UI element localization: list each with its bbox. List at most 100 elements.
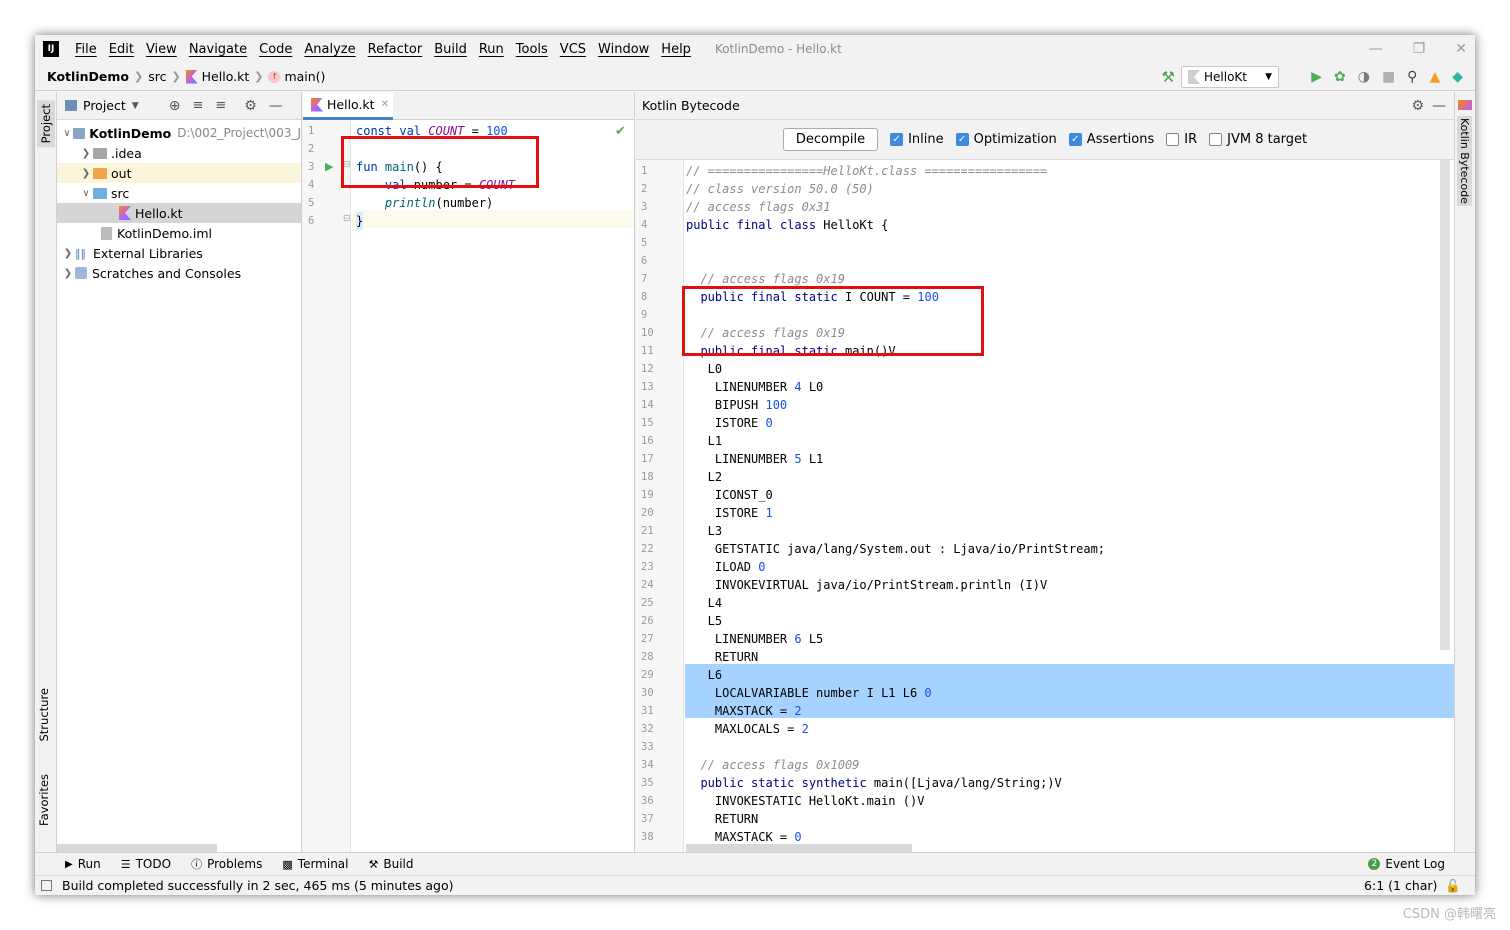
collapse-all-icon[interactable]: ≡ (215, 98, 226, 113)
bytecode-line[interactable]: // access flags 0x1009 (686, 756, 859, 774)
bytecode-line[interactable]: // access flags 0x31 (686, 198, 831, 216)
bytecode-line[interactable]: L1 (686, 432, 722, 450)
tool-windows-icon[interactable] (41, 880, 52, 891)
lock-icon[interactable]: 🔓 (1445, 878, 1461, 894)
bytecode-line[interactable]: ISTORE 0 (686, 414, 773, 432)
menu-window[interactable]: Window (592, 42, 655, 57)
close-icon[interactable]: ✕ (1455, 41, 1467, 57)
breadcrumb-function[interactable]: main() (284, 69, 325, 84)
tab-problems[interactable]: ⓘ Problems (191, 856, 262, 872)
gear-icon[interactable]: ⚙ (1411, 98, 1424, 114)
chevron-right-icon[interactable]: ❯ (79, 148, 93, 159)
bytecode-line[interactable]: public static synthetic main([Ljava/lang… (686, 774, 1061, 792)
tree-item-hello-kt[interactable]: Hello.kt (57, 203, 301, 223)
bytecode-line[interactable]: LINENUMBER 4 L0 (686, 378, 823, 396)
chevron-down-icon[interactable]: ∨ (61, 128, 73, 139)
menu-help[interactable]: Help (655, 42, 697, 57)
run-configuration-select[interactable]: HelloKt ▼ (1181, 66, 1279, 88)
bytecode-line[interactable]: LINENUMBER 5 L1 (686, 450, 823, 468)
menu-vcs[interactable]: VCS (554, 42, 592, 57)
bytecode-line[interactable]: L0 (686, 360, 722, 378)
tree-item-src[interactable]: ∨ src (57, 183, 301, 203)
tab-run[interactable]: ▶ Run (65, 857, 101, 871)
tree-item-external-libraries[interactable]: ❯ ‖‖ External Libraries (57, 243, 301, 263)
jetbrains-toolbox-icon[interactable]: ◆ (1452, 69, 1463, 85)
bytecode-line[interactable]: // class version 50.0 (50) (686, 180, 874, 198)
close-tab-icon[interactable]: ✕ (381, 99, 389, 110)
tree-item-idea[interactable]: ❯ .idea (57, 143, 301, 163)
fold-end-icon[interactable]: ⊟ (343, 214, 351, 224)
bytecode-line[interactable]: L4 (686, 594, 722, 612)
code-line-5[interactable]: println(number) (356, 194, 493, 212)
event-log-button[interactable]: 2 Event Log (1368, 857, 1445, 871)
project-view-select[interactable]: Project (83, 98, 126, 113)
bytecode-line[interactable]: LOCALVARIABLE number I L1 L6 0 (686, 684, 932, 702)
menu-refactor[interactable]: Refactor (362, 42, 429, 57)
structure-tool-tab[interactable]: Structure (37, 688, 51, 742)
locate-icon[interactable]: ⊕ (169, 98, 181, 114)
project-tool-tab[interactable]: Project (37, 100, 55, 148)
kotlin-bytecode-tool-tab[interactable]: Kotlin Bytecode (1457, 116, 1472, 206)
code-line-6[interactable]: } (356, 212, 364, 230)
bytecode-line[interactable]: BIPUSH 100 (686, 396, 787, 414)
bytecode-line[interactable]: public final class HelloKt { (686, 216, 888, 234)
horizontal-scrollbar[interactable] (686, 844, 912, 852)
breadcrumb-file[interactable]: Hello.kt (202, 69, 250, 84)
ir-checkbox[interactable]: IR (1166, 132, 1197, 147)
bytecode-line[interactable]: L3 (686, 522, 722, 540)
bytecode-line[interactable]: L6 (686, 666, 722, 684)
assertions-checkbox[interactable]: ✓ Assertions (1068, 132, 1154, 147)
optimization-checkbox[interactable]: ✓ Optimization (955, 132, 1057, 147)
chevron-right-icon[interactable]: ❯ (61, 248, 75, 259)
bytecode-line[interactable]: INVOKEVIRTUAL java/io/PrintStream.printl… (686, 576, 1047, 594)
tab-hello-kt[interactable]: Hello.kt ✕ (303, 92, 393, 120)
bytecode-line[interactable]: L2 (686, 468, 722, 486)
bytecode-line[interactable]: INVOKESTATIC HelloKt.main ()V (686, 792, 925, 810)
bytecode-line[interactable]: RETURN (686, 810, 758, 828)
build-hammer-icon[interactable]: ⚒ (1162, 68, 1175, 86)
tab-terminal[interactable]: ▩ Terminal (282, 857, 348, 871)
update-icon[interactable]: ▲ (1429, 69, 1440, 85)
coverage-icon[interactable]: ◑ (1358, 69, 1370, 85)
menu-analyze[interactable]: Analyze (298, 42, 361, 57)
jvm8-target-checkbox[interactable]: JVM 8 target (1209, 132, 1307, 147)
inline-checkbox[interactable]: ✓ Inline (890, 132, 944, 147)
bytecode-line[interactable]: ISTORE 1 (686, 504, 773, 522)
menu-tools[interactable]: Tools (510, 42, 554, 57)
menu-run[interactable]: Run (473, 42, 510, 57)
caret-position[interactable]: 6:1 (1 char) (1364, 878, 1437, 893)
chevron-right-icon[interactable]: ❯ (61, 268, 75, 279)
menu-build[interactable]: Build (428, 42, 473, 57)
inspection-ok-icon[interactable]: ✔ (615, 124, 626, 139)
breadcrumb-src[interactable]: src (148, 69, 166, 84)
gear-icon[interactable]: ⚙ (244, 98, 257, 114)
expand-all-icon[interactable]: ≡ (192, 98, 203, 113)
bytecode-line[interactable]: // ================HelloKt.class =======… (686, 162, 1047, 180)
chevron-right-icon[interactable]: ❯ (79, 168, 93, 179)
decompile-button[interactable]: Decompile (782, 128, 879, 151)
bytecode-line[interactable]: ICONST_0 (686, 486, 773, 504)
bytecode-line[interactable]: MAXLOCALS = 2 (686, 720, 809, 738)
tree-item-kotlindemo[interactable]: ∨ KotlinDemo D:\002_Project\003_J (57, 123, 301, 143)
menu-file[interactable]: File (69, 42, 103, 57)
restore-icon[interactable]: ❐ (1413, 41, 1426, 57)
tree-item-out[interactable]: ❯ out (57, 163, 301, 183)
chevron-down-icon[interactable]: ∨ (79, 188, 93, 199)
menu-code[interactable]: Code (253, 42, 298, 57)
run-gutter-icon[interactable]: ▶ (325, 160, 333, 173)
tree-item-scratches[interactable]: ❯ Scratches and Consoles (57, 263, 301, 283)
breadcrumb-project[interactable]: KotlinDemo (47, 69, 129, 84)
hide-panel-icon[interactable]: — (1432, 98, 1446, 114)
tab-todo[interactable]: ☰ TODO (121, 857, 171, 871)
bytecode-line[interactable]: LINENUMBER 6 L5 (686, 630, 823, 648)
dropdown-arrow-icon[interactable]: ▼ (132, 101, 139, 111)
horizontal-scrollbar[interactable] (57, 844, 217, 852)
bytecode-line[interactable]: ILOAD 0 (686, 558, 766, 576)
stop-icon[interactable]: ■ (1382, 69, 1395, 85)
favorites-tool-tab[interactable]: Favorites (37, 774, 51, 826)
minimize-icon[interactable]: — (1369, 41, 1383, 57)
bytecode-line[interactable]: L5 (686, 612, 722, 630)
search-icon[interactable]: ⚲ (1407, 69, 1417, 85)
bytecode-line[interactable]: GETSTATIC java/lang/System.out : Ljava/i… (686, 540, 1105, 558)
vertical-scrollbar[interactable] (1440, 160, 1450, 650)
